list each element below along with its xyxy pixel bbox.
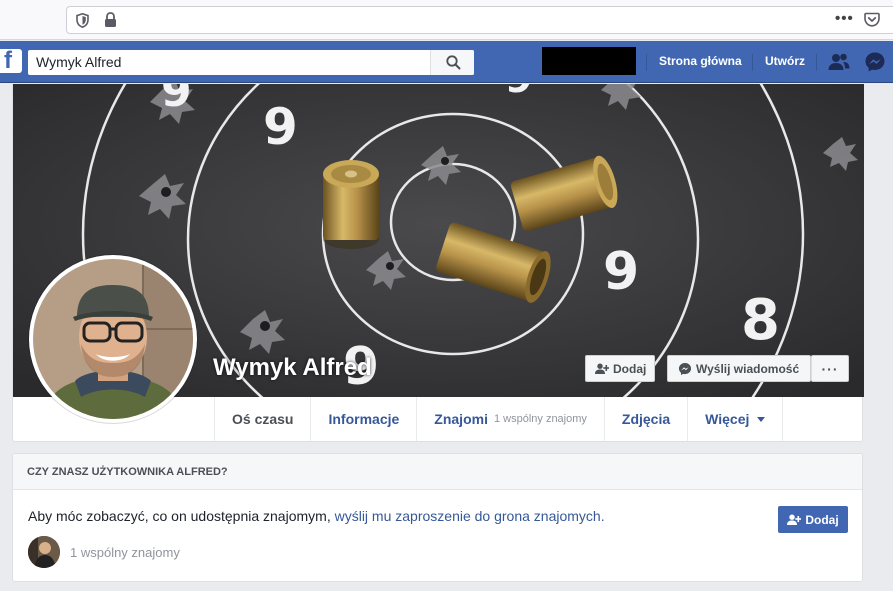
chevron-down-icon <box>757 416 766 422</box>
nav-divider <box>816 54 817 71</box>
tab-friends[interactable]: Znajomi 1 wspólny znajomy <box>416 397 604 441</box>
page-actions-menu-icon[interactable]: ••• <box>835 10 854 27</box>
cover-digit: 9 <box>505 84 533 102</box>
facebook-logo[interactable]: f <box>0 47 22 74</box>
mutual-friends-text[interactable]: 1 wspólny znajomy <box>70 545 180 560</box>
shield-icon[interactable] <box>76 13 89 28</box>
pocket-icon[interactable] <box>864 12 880 27</box>
tab-about[interactable]: Informacje <box>310 397 416 441</box>
profile-picture[interactable] <box>29 255 197 423</box>
facebook-topbar: f Wymyk Alfred Strona główna Utwórz <box>0 41 893 83</box>
search-input[interactable]: Wymyk Alfred <box>36 54 121 70</box>
cover-digit: 8 <box>741 288 780 353</box>
add-friend-icon <box>787 514 802 525</box>
nav-divider <box>752 54 753 71</box>
lock-icon[interactable] <box>104 12 117 28</box>
nav-create-link[interactable]: Utwórz <box>765 54 805 68</box>
search-button[interactable] <box>430 50 474 75</box>
profile-name[interactable]: Wymyk Alfred <box>213 354 372 382</box>
friend-request-prompt: Aby móc zobaczyć, co on udostępnia znajo… <box>28 508 605 524</box>
more-options-button[interactable]: ··· <box>811 355 849 382</box>
send-friend-request-link[interactable]: wyślij mu zaproszenie do grona znajomych… <box>335 508 605 524</box>
add-friend-primary-button[interactable]: Dodaj <box>778 506 848 533</box>
redacted-profile-link[interactable] <box>542 47 636 75</box>
nav-home-link[interactable]: Strona główna <box>659 54 742 68</box>
add-friend-button[interactable]: Dodaj <box>585 355 655 382</box>
browser-toolbar: ••• <box>0 0 893 40</box>
tab-more[interactable]: Więcej <box>687 397 784 441</box>
search-icon <box>446 55 461 70</box>
tab-timeline[interactable]: Oś czasu <box>214 397 310 441</box>
tab-photos[interactable]: Zdjęcia <box>603 397 687 441</box>
send-message-button[interactable]: Wyślij wiadomość <box>667 355 811 382</box>
cover-digit: 9 <box>263 98 298 156</box>
add-friend-icon <box>595 363 609 374</box>
more-dots-icon: ··· <box>821 360 839 377</box>
cover-digit: 9 <box>603 242 639 302</box>
do-you-know-card: CZY ZNASZ UŻYTKOWNIKA ALFRED? Aby móc zo… <box>12 453 863 582</box>
messenger-icon <box>678 362 692 375</box>
mutual-friends-row: 1 wspólny znajomy <box>28 536 180 568</box>
nav-divider <box>646 54 647 71</box>
profile-tabs: Oś czasu Informacje Znajomi 1 wspólny zna… <box>214 397 784 441</box>
profile-photo-image <box>33 259 193 419</box>
friend-requests-icon[interactable] <box>828 52 850 72</box>
card-header: CZY ZNASZ UŻYTKOWNIKA ALFRED? <box>13 454 862 490</box>
profile-header-card: 9 9 8 9 9 9 <box>12 84 864 442</box>
page: ••• f Wymyk Alfred Strona główna Utwórz <box>0 0 893 591</box>
search-box[interactable]: Wymyk Alfred <box>28 50 474 75</box>
messenger-icon[interactable] <box>864 51 886 73</box>
mutual-friend-avatar[interactable] <box>28 536 60 568</box>
address-bar[interactable]: ••• <box>66 6 893 34</box>
mutual-friends-count: 1 wspólny znajomy <box>493 413 587 425</box>
cover-digit: 9 <box>161 84 192 117</box>
mutual-friend-photo <box>28 536 60 568</box>
